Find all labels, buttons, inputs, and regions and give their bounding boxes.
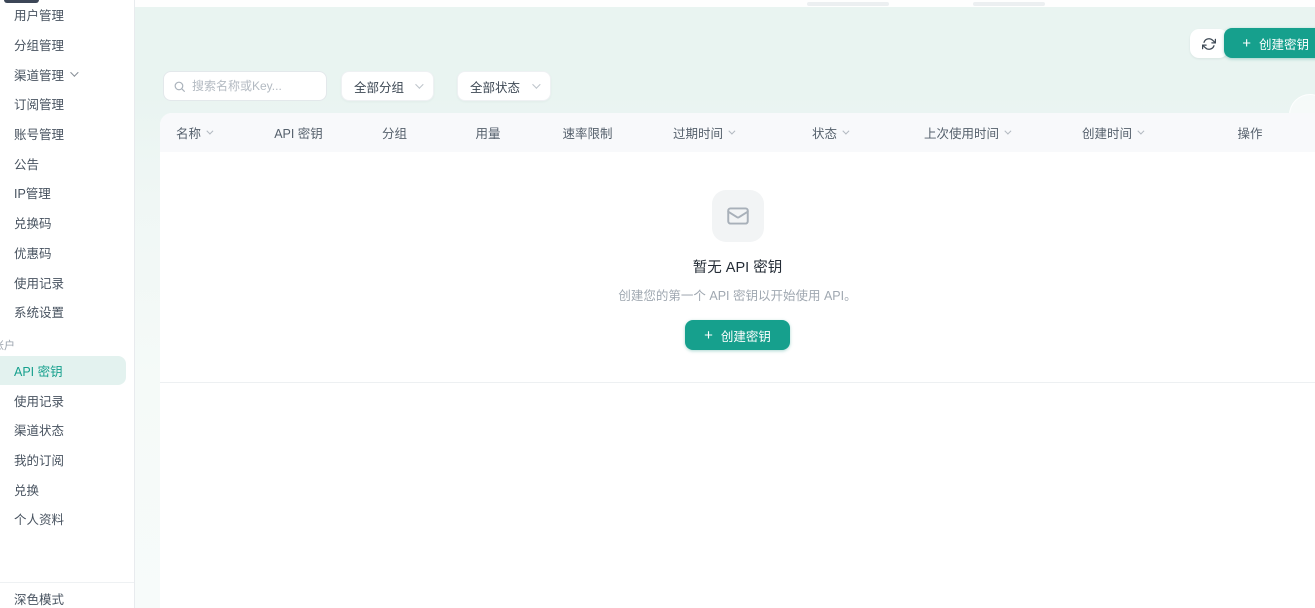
column-header-created-time[interactable]: 创建时间 [1039,123,1185,142]
sidebar-section-account: 账户 [0,334,134,356]
empty-state-subtitle: 创建您的第一个 API 密钥以开始使用 API。 [618,285,856,304]
search-icon [173,80,186,93]
sidebar-item-user-management[interactable]: 用户管理 [0,0,134,30]
refresh-icon [1202,37,1216,51]
chevron-down-icon [415,80,423,88]
empty-state: 暂无 API 密钥 创建您的第一个 API 密钥以开始使用 API。 + 创建密… [160,152,1315,383]
main-content: + 创建密钥 全部分组 全部状态 名称 API 密钥 分组 用量 速率限制 [135,0,1315,608]
sidebar-item-redemption-code[interactable]: 兑换码 [0,208,134,238]
column-header-rate-limit: 速率限制 [534,123,641,142]
group-filter-select[interactable]: 全部分组 [341,71,434,101]
column-header-name[interactable]: 名称 [160,123,250,142]
sidebar-item-group-management[interactable]: 分组管理 [0,30,134,60]
plus-icon: + [1242,36,1251,51]
chevron-down-icon [532,80,540,88]
column-header-actions: 操作 [1185,123,1315,142]
status-filter-select[interactable]: 全部状态 [457,71,551,101]
sort-icon [728,128,735,135]
sidebar-nav-account: API 密钥 使用记录 渠道状态 我的订阅 兑换 个人资料 [0,356,134,534]
table-header-row: 名称 API 密钥 分组 用量 速率限制 过期时间 状态 上次使用时间 创建时间… [160,113,1315,152]
search-input[interactable] [192,79,317,93]
sidebar-item-announcement[interactable]: 公告 [0,148,134,178]
sidebar-item-channel-management[interactable]: 渠道管理 [0,59,134,89]
empty-inbox-icon [712,190,764,242]
sort-icon [1137,128,1144,135]
sidebar-item-my-subscriptions[interactable]: 我的订阅 [0,445,134,475]
sidebar-item-coupon-code[interactable]: 优惠码 [0,238,134,268]
column-header-api-key: API 密钥 [250,123,347,142]
sidebar-item-ip-management[interactable]: IP管理 [0,178,134,208]
sidebar-nav-admin: 用户管理 分组管理 渠道管理 订阅管理 账号管理 公告 IP管理 兑换码 优惠码… [0,0,134,327]
api-keys-table-card: 名称 API 密钥 分组 用量 速率限制 过期时间 状态 上次使用时间 创建时间… [160,113,1315,608]
sort-icon [842,128,849,135]
sidebar-item-api-keys[interactable]: API 密钥 [0,356,126,386]
dark-mode-toggle[interactable]: 深色模式 [0,582,134,608]
sidebar-scrolled-item-remnant [4,0,39,3]
sidebar-item-system-settings[interactable]: 系统设置 [0,297,134,327]
create-key-button-top[interactable]: + 创建密钥 [1224,28,1315,58]
sidebar-item-usage-records-admin[interactable]: 使用记录 [0,267,134,297]
filter-toolbar: 全部分组 全部状态 [163,71,551,101]
plus-icon: + [704,328,713,343]
sidebar-item-subscription-management[interactable]: 订阅管理 [0,89,134,119]
sidebar-item-account-management[interactable]: 账号管理 [0,119,134,149]
empty-state-title: 暂无 API 密钥 [693,256,782,277]
create-key-button-empty-state[interactable]: + 创建密钥 [685,320,790,350]
sort-icon [206,128,213,135]
sort-icon [1004,128,1011,135]
top-strip [135,0,1315,7]
column-header-expiry-time[interactable]: 过期时间 [641,123,765,142]
sidebar-item-usage-records-user[interactable]: 使用记录 [0,385,134,415]
search-box [163,71,327,101]
sidebar: 用户管理 分组管理 渠道管理 订阅管理 账号管理 公告 IP管理 兑换码 优惠码… [0,0,135,608]
sidebar-item-channel-status[interactable]: 渠道状态 [0,415,134,445]
column-header-status[interactable]: 状态 [765,123,894,142]
column-header-group: 分组 [347,123,442,142]
refresh-button[interactable] [1190,29,1228,58]
column-header-last-used-time[interactable]: 上次使用时间 [894,123,1039,142]
sidebar-item-profile[interactable]: 个人资料 [0,504,134,534]
column-header-usage: 用量 [442,123,534,142]
sidebar-item-redeem[interactable]: 兑换 [0,474,134,504]
chevron-down-icon [70,69,78,77]
